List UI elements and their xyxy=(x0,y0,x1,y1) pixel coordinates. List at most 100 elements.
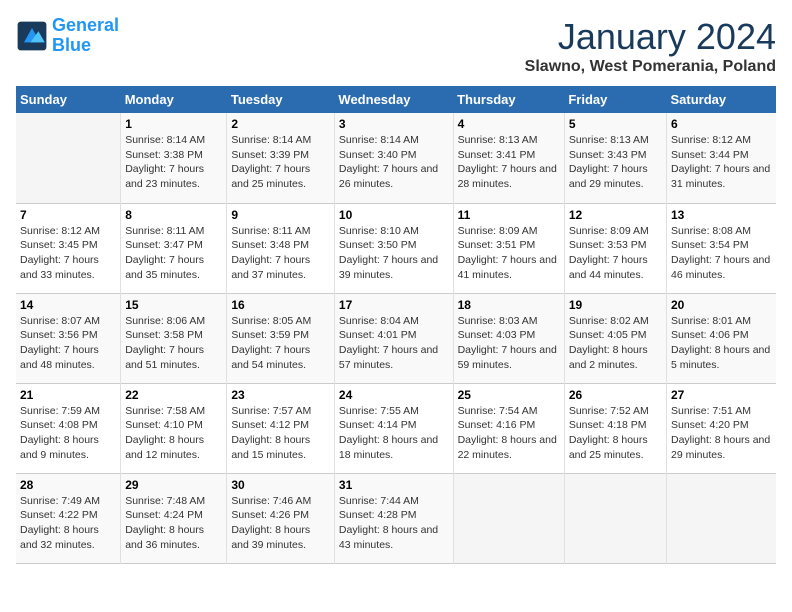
logo-line1: General xyxy=(52,15,119,35)
day-info: Sunrise: 7:46 AMSunset: 4:26 PMDaylight:… xyxy=(231,494,330,553)
calendar-cell: 31 Sunrise: 7:44 AMSunset: 4:28 PMDayligh… xyxy=(334,473,453,563)
day-number: 16 xyxy=(231,298,330,312)
day-number: 29 xyxy=(125,478,222,492)
day-number: 30 xyxy=(231,478,330,492)
calendar-cell: 17 Sunrise: 8:04 AMSunset: 4:01 PMDayligh… xyxy=(334,293,453,383)
day-number: 15 xyxy=(125,298,222,312)
calendar-cell: 25 Sunrise: 7:54 AMSunset: 4:16 PMDayligh… xyxy=(453,383,564,473)
day-number: 20 xyxy=(671,298,772,312)
header-day-friday: Friday xyxy=(564,86,666,113)
header-day-saturday: Saturday xyxy=(666,86,776,113)
day-info: Sunrise: 8:05 AMSunset: 3:59 PMDaylight:… xyxy=(231,314,330,373)
day-number: 13 xyxy=(671,208,772,222)
calendar-cell: 16 Sunrise: 8:05 AMSunset: 3:59 PMDayligh… xyxy=(227,293,335,383)
calendar-cell: 10 Sunrise: 8:10 AMSunset: 3:50 PMDayligh… xyxy=(334,203,453,293)
calendar-cell: 12 Sunrise: 8:09 AMSunset: 3:53 PMDayligh… xyxy=(564,203,666,293)
day-number: 2 xyxy=(231,117,330,131)
day-info: Sunrise: 8:14 AMSunset: 3:38 PMDaylight:… xyxy=(125,133,222,192)
page-header: General Blue January 2024 Slawno, West P… xyxy=(16,16,776,76)
day-info: Sunrise: 8:13 AMSunset: 3:41 PMDaylight:… xyxy=(458,133,560,192)
day-info: Sunrise: 8:04 AMSunset: 4:01 PMDaylight:… xyxy=(339,314,449,373)
day-info: Sunrise: 7:55 AMSunset: 4:14 PMDaylight:… xyxy=(339,404,449,463)
calendar-cell: 6Sunrise: 8:12 AMSunset: 3:44 PMDaylight… xyxy=(666,113,776,203)
day-number: 3 xyxy=(339,117,449,131)
calendar-cell: 15Sunrise: 8:06 AMSunset: 3:58 PMDayligh… xyxy=(121,293,227,383)
day-number: 4 xyxy=(458,117,560,131)
logo-text: General Blue xyxy=(52,16,119,56)
day-number: 17 xyxy=(339,298,449,312)
calendar-cell: 19Sunrise: 8:02 AMSunset: 4:05 PMDayligh… xyxy=(564,293,666,383)
calendar-cell: 28 Sunrise: 7:49 AMSunset: 4:22 PMDayligh… xyxy=(16,473,121,563)
calendar-cell: 29 Sunrise: 7:48 AMSunset: 4:24 PMDayligh… xyxy=(121,473,227,563)
calendar-cell: 11 Sunrise: 8:09 AMSunset: 3:51 PMDayligh… xyxy=(453,203,564,293)
calendar-cell: 26 Sunrise: 7:52 AMSunset: 4:18 PMDayligh… xyxy=(564,383,666,473)
day-info: Sunrise: 8:11 AMSunset: 3:47 PMDaylight:… xyxy=(125,224,222,283)
header-day-wednesday: Wednesday xyxy=(334,86,453,113)
calendar-cell: 24Sunrise: 7:55 AMSunset: 4:14 PMDayligh… xyxy=(334,383,453,473)
header-day-monday: Monday xyxy=(121,86,227,113)
calendar-cell: 30 Sunrise: 7:46 AMSunset: 4:26 PMDayligh… xyxy=(227,473,335,563)
day-number: 6 xyxy=(671,117,772,131)
calendar-cell: 7 Sunrise: 8:12 AMSunset: 3:45 PMDaylight… xyxy=(16,203,121,293)
calendar-cell: 8 Sunrise: 8:11 AMSunset: 3:47 PMDaylight… xyxy=(121,203,227,293)
calendar-cell: 23Sunrise: 7:57 AMSunset: 4:12 PMDayligh… xyxy=(227,383,335,473)
calendar-cell: 20 Sunrise: 8:01 AMSunset: 4:06 PMDayligh… xyxy=(666,293,776,383)
day-number: 19 xyxy=(569,298,662,312)
day-info: Sunrise: 7:58 AMSunset: 4:10 PMDaylight:… xyxy=(125,404,222,463)
calendar-cell: 9 Sunrise: 8:11 AMSunset: 3:48 PMDaylight… xyxy=(227,203,335,293)
calendar-cell xyxy=(16,113,121,203)
day-info: Sunrise: 8:14 AMSunset: 3:39 PMDaylight:… xyxy=(231,133,330,192)
day-number: 1 xyxy=(125,117,222,131)
day-info: Sunrise: 8:13 AMSunset: 3:43 PMDaylight:… xyxy=(569,133,662,192)
day-number: 23 xyxy=(231,388,330,402)
calendar-cell xyxy=(453,473,564,563)
day-number: 18 xyxy=(458,298,560,312)
day-number: 11 xyxy=(458,208,560,222)
week-row-2: 14Sunrise: 8:07 AMSunset: 3:56 PMDayligh… xyxy=(16,293,776,383)
week-row-3: 21Sunrise: 7:59 AMSunset: 4:08 PMDayligh… xyxy=(16,383,776,473)
calendar-cell: 5 Sunrise: 8:13 AMSunset: 3:43 PMDaylight… xyxy=(564,113,666,203)
calendar-cell: 1 Sunrise: 8:14 AMSunset: 3:38 PMDaylight… xyxy=(121,113,227,203)
day-info: Sunrise: 8:09 AMSunset: 3:51 PMDaylight:… xyxy=(458,224,560,283)
day-number: 7 xyxy=(20,208,116,222)
calendar-cell: 13Sunrise: 8:08 AMSunset: 3:54 PMDayligh… xyxy=(666,203,776,293)
day-number: 26 xyxy=(569,388,662,402)
day-number: 8 xyxy=(125,208,222,222)
day-info: Sunrise: 8:10 AMSunset: 3:50 PMDaylight:… xyxy=(339,224,449,283)
day-number: 27 xyxy=(671,388,772,402)
day-number: 21 xyxy=(20,388,116,402)
day-number: 9 xyxy=(231,208,330,222)
day-info: Sunrise: 8:12 AMSunset: 3:45 PMDaylight:… xyxy=(20,224,116,283)
calendar-cell: 2 Sunrise: 8:14 AMSunset: 3:39 PMDaylight… xyxy=(227,113,335,203)
logo: General Blue xyxy=(16,16,119,56)
day-info: Sunrise: 7:54 AMSunset: 4:16 PMDaylight:… xyxy=(458,404,560,463)
day-number: 12 xyxy=(569,208,662,222)
day-info: Sunrise: 7:44 AMSunset: 4:28 PMDaylight:… xyxy=(339,494,449,553)
header-row: SundayMondayTuesdayWednesdayThursdayFrid… xyxy=(16,86,776,113)
calendar-cell: 27Sunrise: 7:51 AMSunset: 4:20 PMDayligh… xyxy=(666,383,776,473)
calendar-cell: 22 Sunrise: 7:58 AMSunset: 4:10 PMDayligh… xyxy=(121,383,227,473)
day-info: Sunrise: 8:11 AMSunset: 3:48 PMDaylight:… xyxy=(231,224,330,283)
day-number: 5 xyxy=(569,117,662,131)
day-number: 31 xyxy=(339,478,449,492)
day-number: 28 xyxy=(20,478,116,492)
title-section: January 2024 Slawno, West Pomerania, Pol… xyxy=(525,16,776,76)
header-day-sunday: Sunday xyxy=(16,86,121,113)
month-title: January 2024 xyxy=(525,16,776,58)
day-info: Sunrise: 8:14 AMSunset: 3:40 PMDaylight:… xyxy=(339,133,449,192)
day-number: 25 xyxy=(458,388,560,402)
calendar-cell: 14Sunrise: 8:07 AMSunset: 3:56 PMDayligh… xyxy=(16,293,121,383)
week-row-1: 7 Sunrise: 8:12 AMSunset: 3:45 PMDaylight… xyxy=(16,203,776,293)
day-info: Sunrise: 8:09 AMSunset: 3:53 PMDaylight:… xyxy=(569,224,662,283)
day-info: Sunrise: 7:49 AMSunset: 4:22 PMDaylight:… xyxy=(20,494,116,553)
logo-line2: Blue xyxy=(52,35,91,55)
week-row-4: 28 Sunrise: 7:49 AMSunset: 4:22 PMDayligh… xyxy=(16,473,776,563)
header-day-tuesday: Tuesday xyxy=(227,86,335,113)
day-info: Sunrise: 7:48 AMSunset: 4:24 PMDaylight:… xyxy=(125,494,222,553)
day-number: 22 xyxy=(125,388,222,402)
day-info: Sunrise: 7:52 AMSunset: 4:18 PMDaylight:… xyxy=(569,404,662,463)
calendar-cell: 4 Sunrise: 8:13 AMSunset: 3:41 PMDaylight… xyxy=(453,113,564,203)
day-info: Sunrise: 8:01 AMSunset: 4:06 PMDaylight:… xyxy=(671,314,772,373)
calendar-cell: 3 Sunrise: 8:14 AMSunset: 3:40 PMDaylight… xyxy=(334,113,453,203)
day-number: 10 xyxy=(339,208,449,222)
